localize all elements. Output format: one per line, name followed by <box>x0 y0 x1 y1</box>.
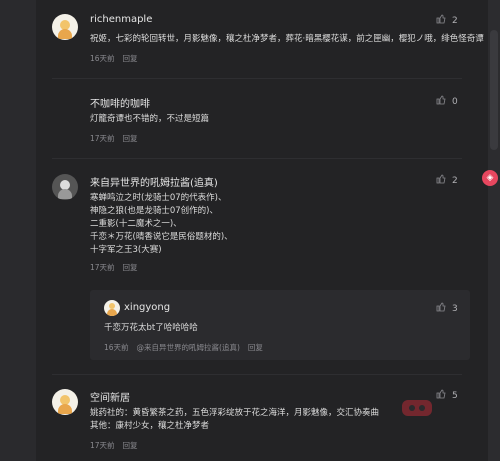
comment-time: 16天前 <box>90 54 115 63</box>
reply-button[interactable]: 回复 <box>248 343 263 352</box>
thumbs-up-icon <box>436 14 446 24</box>
comment-time: 17天前 <box>90 263 115 272</box>
comment-text: 灯籠奇谭也不错的，不过是短篇 <box>90 114 210 124</box>
divider <box>52 374 462 375</box>
comment-text: 祝姬，七彩的轮回转世，月影魅像，穰之杜净梦者，葬花·暗黑樱花谋，前之匣幽，樱犯ノ… <box>90 34 484 44</box>
thumbs-up-icon <box>436 174 446 184</box>
avatar[interactable] <box>52 174 78 200</box>
avatar[interactable] <box>104 300 120 316</box>
thumbs-up-icon <box>436 302 446 312</box>
comment-author[interactable]: 不咖啡的咖啡 <box>90 95 150 110</box>
like-count: 2 <box>452 176 458 186</box>
comment-author[interactable]: 来自异世界的吼姆拉酱(追真) <box>90 174 218 189</box>
comment-text-line: 神隐之狼(也是龙骑士07创作的)、 <box>90 206 218 216</box>
like-button[interactable]: 0 <box>436 95 458 107</box>
comment-text-line: 寒蝉鸣泣之时(龙骑士07的代表作)、 <box>90 193 227 203</box>
comment-text-line: 千恋＊万花(晴香说它是民俗题材的)、 <box>90 232 233 242</box>
like-count: 3 <box>452 304 458 314</box>
comment-text-line: 二重影(十二魔术之一)、 <box>90 219 182 229</box>
reply-button[interactable]: 回复 <box>123 54 138 63</box>
avatar[interactable] <box>52 389 78 415</box>
scrollbar-thumb[interactable] <box>490 30 498 150</box>
comment-text-line: 姚药社的：黄昏繁茶之药，五色浮彩绽放于花之海洋，月影魅像，交汇协奏曲 <box>90 408 380 418</box>
comment-meta: 17天前 回复 <box>90 440 146 451</box>
reply-to[interactable]: @来自异世界的吼姆拉酱(追真) <box>137 343 240 352</box>
avatar[interactable] <box>52 14 78 40</box>
reply-button[interactable]: 回复 <box>123 263 138 272</box>
comment-text-line: 十字军之王3(大赛) <box>90 245 162 255</box>
decorative-stamp-icon <box>402 400 432 416</box>
scrollbar[interactable] <box>488 0 500 461</box>
like-count: 5 <box>452 391 458 401</box>
like-button[interactable]: 2 <box>436 174 458 186</box>
comment-text-line: 其他：康村少女，穰之杜净梦者 <box>90 421 210 431</box>
comment-meta: 17天前 回复 <box>90 133 146 144</box>
like-button[interactable]: 2 <box>436 14 458 26</box>
reply-time: 16天前 <box>104 343 129 352</box>
reply-button[interactable]: 回复 <box>123 134 138 143</box>
like-button[interactable]: 3 <box>436 302 458 314</box>
reply-button[interactable]: 回复 <box>123 441 138 450</box>
comment-time: 17天前 <box>90 441 115 450</box>
comment-time: 17天前 <box>90 134 115 143</box>
comment-meta: 17天前 回复 <box>90 262 146 273</box>
bilibili-icon[interactable]: ◈ <box>482 170 498 186</box>
thumbs-up-icon <box>436 95 446 105</box>
like-count: 2 <box>452 16 458 26</box>
like-button[interactable]: 5 <box>436 389 458 401</box>
reply-meta: 16天前 @来自异世界的吼姆拉酱(追真) 回复 <box>104 342 271 353</box>
divider <box>52 158 462 159</box>
reply-text: 千恋万花太bt了哈哈哈哈 <box>104 323 198 333</box>
reply-author[interactable]: xingyong <box>124 302 170 313</box>
comment-meta: 16天前 回复 <box>90 53 146 64</box>
divider <box>52 78 462 79</box>
comment-author[interactable]: 空间新居 <box>90 389 130 404</box>
like-count: 0 <box>452 97 458 107</box>
comment-author[interactable]: richenmaple <box>90 14 152 25</box>
